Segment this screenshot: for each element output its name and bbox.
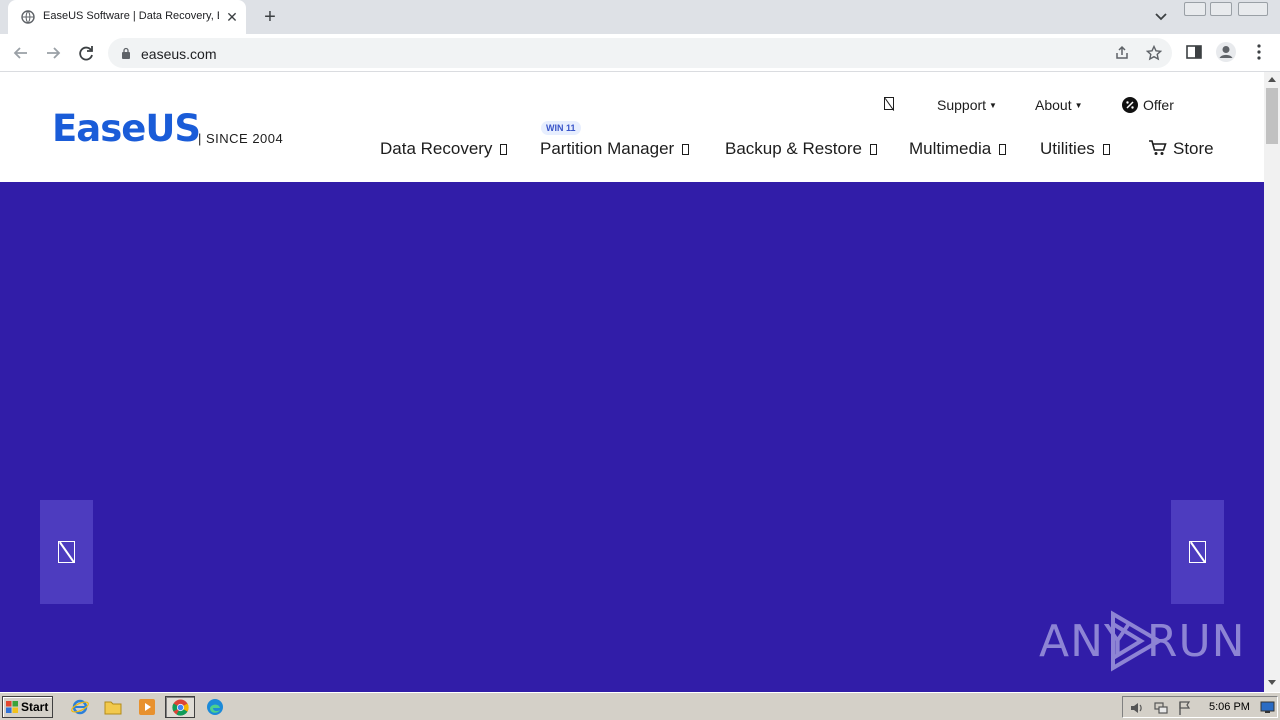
minimize-button[interactable] bbox=[1184, 2, 1206, 16]
close-window-button[interactable] bbox=[1238, 2, 1268, 16]
search-icon[interactable] bbox=[884, 97, 894, 113]
browser-toolbar: easeus.com bbox=[0, 34, 1280, 72]
volume-icon[interactable] bbox=[1129, 700, 1145, 716]
nav-backup-restore-label: Backup & Restore bbox=[725, 139, 863, 158]
windows-logo-icon bbox=[6, 701, 18, 713]
globe-icon bbox=[21, 10, 35, 24]
logo-text: EaseUS bbox=[52, 107, 201, 150]
nav-about-label: About bbox=[1035, 97, 1072, 113]
new-tab-button[interactable]: + bbox=[259, 6, 281, 28]
chevron-down-icon bbox=[1102, 144, 1110, 155]
reload-icon[interactable] bbox=[75, 42, 97, 64]
nav-offer[interactable]: Offer bbox=[1122, 97, 1174, 113]
nav-data-recovery-label: Data Recovery bbox=[380, 139, 493, 158]
media-player-icon[interactable] bbox=[138, 698, 156, 716]
file-explorer-icon[interactable] bbox=[104, 698, 122, 716]
action-center-flag-icon[interactable] bbox=[1177, 700, 1193, 716]
start-label: Start bbox=[21, 700, 49, 714]
url-text: easeus.com bbox=[141, 46, 217, 62]
nav-utilities-label: Utilities bbox=[1040, 139, 1095, 158]
network-icon[interactable] bbox=[1153, 700, 1169, 716]
chevron-down-icon bbox=[500, 144, 508, 155]
nav-store-label: Store bbox=[1173, 139, 1214, 158]
scroll-down-icon[interactable] bbox=[1268, 680, 1276, 685]
discount-icon bbox=[1122, 97, 1138, 113]
nav-backup-restore[interactable]: Backup & Restore bbox=[725, 139, 878, 159]
logo-since: | SINCE 2004 bbox=[198, 131, 284, 146]
nav-about[interactable]: About ▼ bbox=[1035, 97, 1083, 113]
menu-dots-icon[interactable] bbox=[1252, 43, 1266, 61]
scroll-up-icon[interactable] bbox=[1268, 77, 1276, 82]
web-page: EaseUS | SINCE 2004 Support ▼ About ▼ Offe… bbox=[0, 72, 1264, 692]
chevron-down-icon bbox=[999, 144, 1007, 155]
anyrun-watermark: ANY RUN bbox=[1039, 608, 1245, 672]
address-bar[interactable]: easeus.com bbox=[108, 38, 1172, 68]
share-icon[interactable] bbox=[1114, 45, 1130, 61]
tab-close-icon[interactable]: ✕ bbox=[223, 8, 241, 26]
nav-data-recovery[interactable]: Data Recovery bbox=[380, 139, 508, 159]
chrome-taskbar-button[interactable] bbox=[165, 696, 195, 718]
carousel-next-button[interactable] bbox=[1171, 500, 1224, 604]
tab-strip: EaseUS Software | Data Recovery, B ✕ + bbox=[0, 0, 1280, 34]
nav-multimedia-label: Multimedia bbox=[909, 139, 992, 158]
nav-utilities[interactable]: Utilities bbox=[1040, 139, 1110, 159]
caret-down-icon: ▼ bbox=[1074, 101, 1083, 110]
arrow-right-icon bbox=[1189, 541, 1206, 563]
lock-icon bbox=[122, 47, 130, 59]
nav-multimedia[interactable]: Multimedia bbox=[909, 139, 1007, 159]
forward-icon[interactable] bbox=[42, 42, 64, 64]
nav-partition-manager[interactable]: Partition Manager bbox=[540, 139, 690, 159]
chevron-down-icon bbox=[682, 144, 690, 155]
cart-icon bbox=[1149, 140, 1167, 155]
back-icon[interactable] bbox=[10, 42, 32, 64]
show-desktop-icon[interactable] bbox=[1260, 701, 1275, 714]
arrow-left-icon bbox=[58, 541, 75, 563]
nav-store[interactable]: Store bbox=[1148, 139, 1214, 159]
tab-title: EaseUS Software | Data Recovery, B bbox=[43, 10, 219, 22]
edge-icon[interactable] bbox=[206, 698, 224, 716]
nav-support-label: Support bbox=[937, 97, 987, 113]
watermark-text: ANY RUN bbox=[1039, 616, 1246, 667]
bookmark-star-icon[interactable] bbox=[1146, 45, 1162, 61]
browser-tab[interactable]: EaseUS Software | Data Recovery, B ✕ bbox=[8, 0, 246, 34]
page-scrollbar[interactable] bbox=[1264, 72, 1280, 692]
caret-down-icon: ▼ bbox=[989, 101, 997, 110]
side-panel-icon[interactable] bbox=[1185, 43, 1203, 61]
start-button[interactable]: Start bbox=[2, 696, 53, 718]
scroll-thumb[interactable] bbox=[1266, 88, 1278, 144]
win11-badge: WIN 11 bbox=[541, 121, 581, 135]
restore-button[interactable] bbox=[1210, 2, 1232, 16]
clock[interactable]: 5:06 PM bbox=[1209, 701, 1250, 713]
taskbar: Start 5:06 PM bbox=[0, 692, 1280, 720]
chrome-icon bbox=[172, 699, 189, 716]
nav-offer-label: Offer bbox=[1143, 97, 1174, 113]
nav-partition-manager-label: Partition Manager bbox=[540, 139, 675, 158]
nav-support[interactable]: Support ▼ bbox=[937, 97, 997, 113]
system-tray: 5:06 PM bbox=[1122, 696, 1278, 718]
easeus-logo[interactable]: EaseUS | SINCE 2004 bbox=[52, 107, 292, 150]
chevron-down-icon bbox=[870, 144, 878, 155]
tab-search-icon[interactable] bbox=[1152, 9, 1170, 25]
profile-avatar-icon[interactable] bbox=[1215, 41, 1237, 63]
carousel-prev-button[interactable] bbox=[40, 500, 93, 604]
internet-explorer-icon[interactable] bbox=[71, 698, 89, 716]
